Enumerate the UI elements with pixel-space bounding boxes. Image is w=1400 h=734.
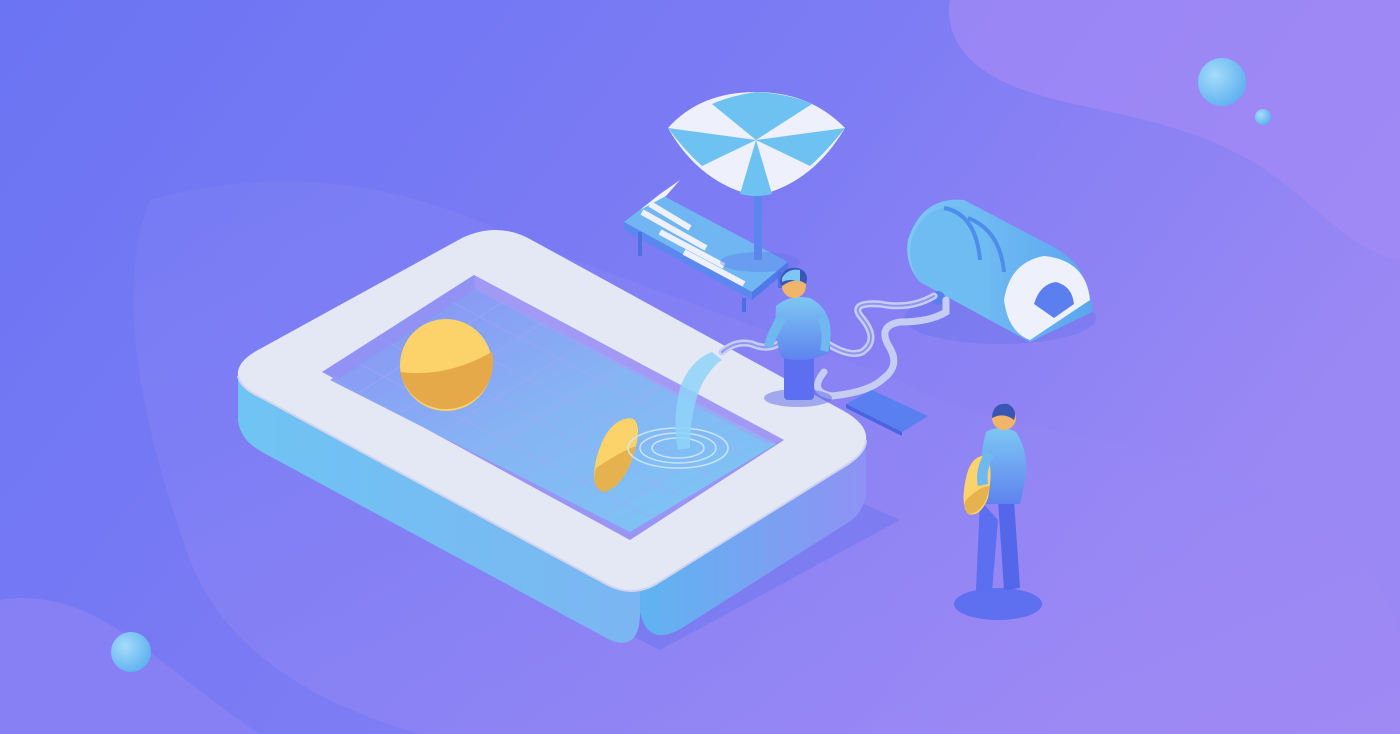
pool-illustration [0, 0, 1400, 734]
illustration-canvas [0, 0, 1400, 734]
bubble-large-top [1198, 58, 1246, 106]
bubble-small-top [1255, 109, 1271, 125]
bubble-bottom-left [111, 632, 151, 672]
